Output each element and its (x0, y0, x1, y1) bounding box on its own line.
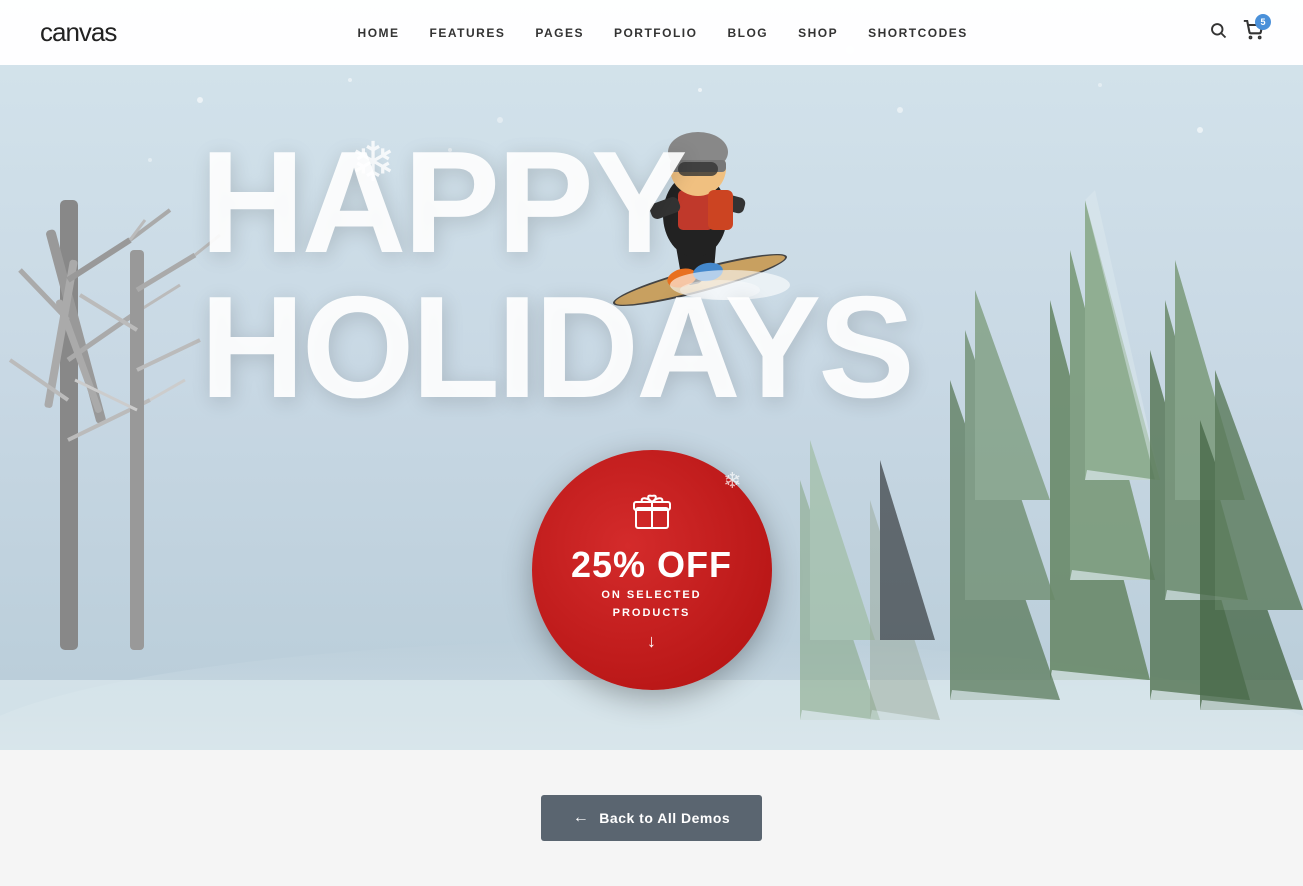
search-button[interactable] (1209, 21, 1227, 44)
logo[interactable]: canvas (40, 17, 116, 48)
hero-headline: HAPPY HOLIDAYS (200, 130, 912, 420)
headline-happy: HAPPY (200, 130, 912, 275)
nav-shortcodes[interactable]: SHORTCODES (868, 26, 968, 40)
footer-area: ← Back to All Demos (0, 750, 1303, 886)
promo-subtitle: ON SELECTED PRODUCTS (601, 587, 701, 622)
navbar: canvas HOME FEATURES PAGES PORTFOLIO BLO… (0, 0, 1303, 65)
cart-button[interactable]: 5 (1243, 20, 1263, 45)
back-to-demos-button[interactable]: ← Back to All Demos (541, 795, 762, 841)
promo-circle[interactable]: ❄ 25% OFF ON SELECTED PRODUCTS ↓ (532, 450, 772, 690)
gift-icon (630, 488, 674, 541)
nav-home[interactable]: HOME (358, 26, 400, 40)
nav-portfolio[interactable]: PORTFOLIO (614, 26, 698, 40)
nav-blog[interactable]: BLOG (727, 26, 768, 40)
back-button-label: Back to All Demos (599, 810, 730, 826)
cart-count: 5 (1255, 14, 1271, 30)
logo-text: canvas (40, 17, 116, 47)
promo-discount-text: 25% OFF (571, 547, 732, 583)
promo-down-arrow: ↓ (647, 631, 656, 652)
back-arrow-icon: ← (573, 809, 590, 827)
headline-holidays: HOLIDAYS (200, 275, 912, 420)
hero-section: HAPPY HOLIDAYS ❄ ❄ 25% OFF ON SELECTED P… (0, 0, 1303, 750)
nav-features[interactable]: FEATURES (430, 26, 506, 40)
nav-links: HOME FEATURES PAGES PORTFOLIO BLOG SHOP … (358, 24, 968, 42)
snowflake-decoration: ❄ (350, 130, 396, 194)
promo-snowflake-icon: ❄ (723, 468, 741, 494)
navbar-actions: 5 (1209, 20, 1263, 45)
nav-shop[interactable]: SHOP (798, 26, 838, 40)
nav-pages[interactable]: PAGES (535, 26, 584, 40)
